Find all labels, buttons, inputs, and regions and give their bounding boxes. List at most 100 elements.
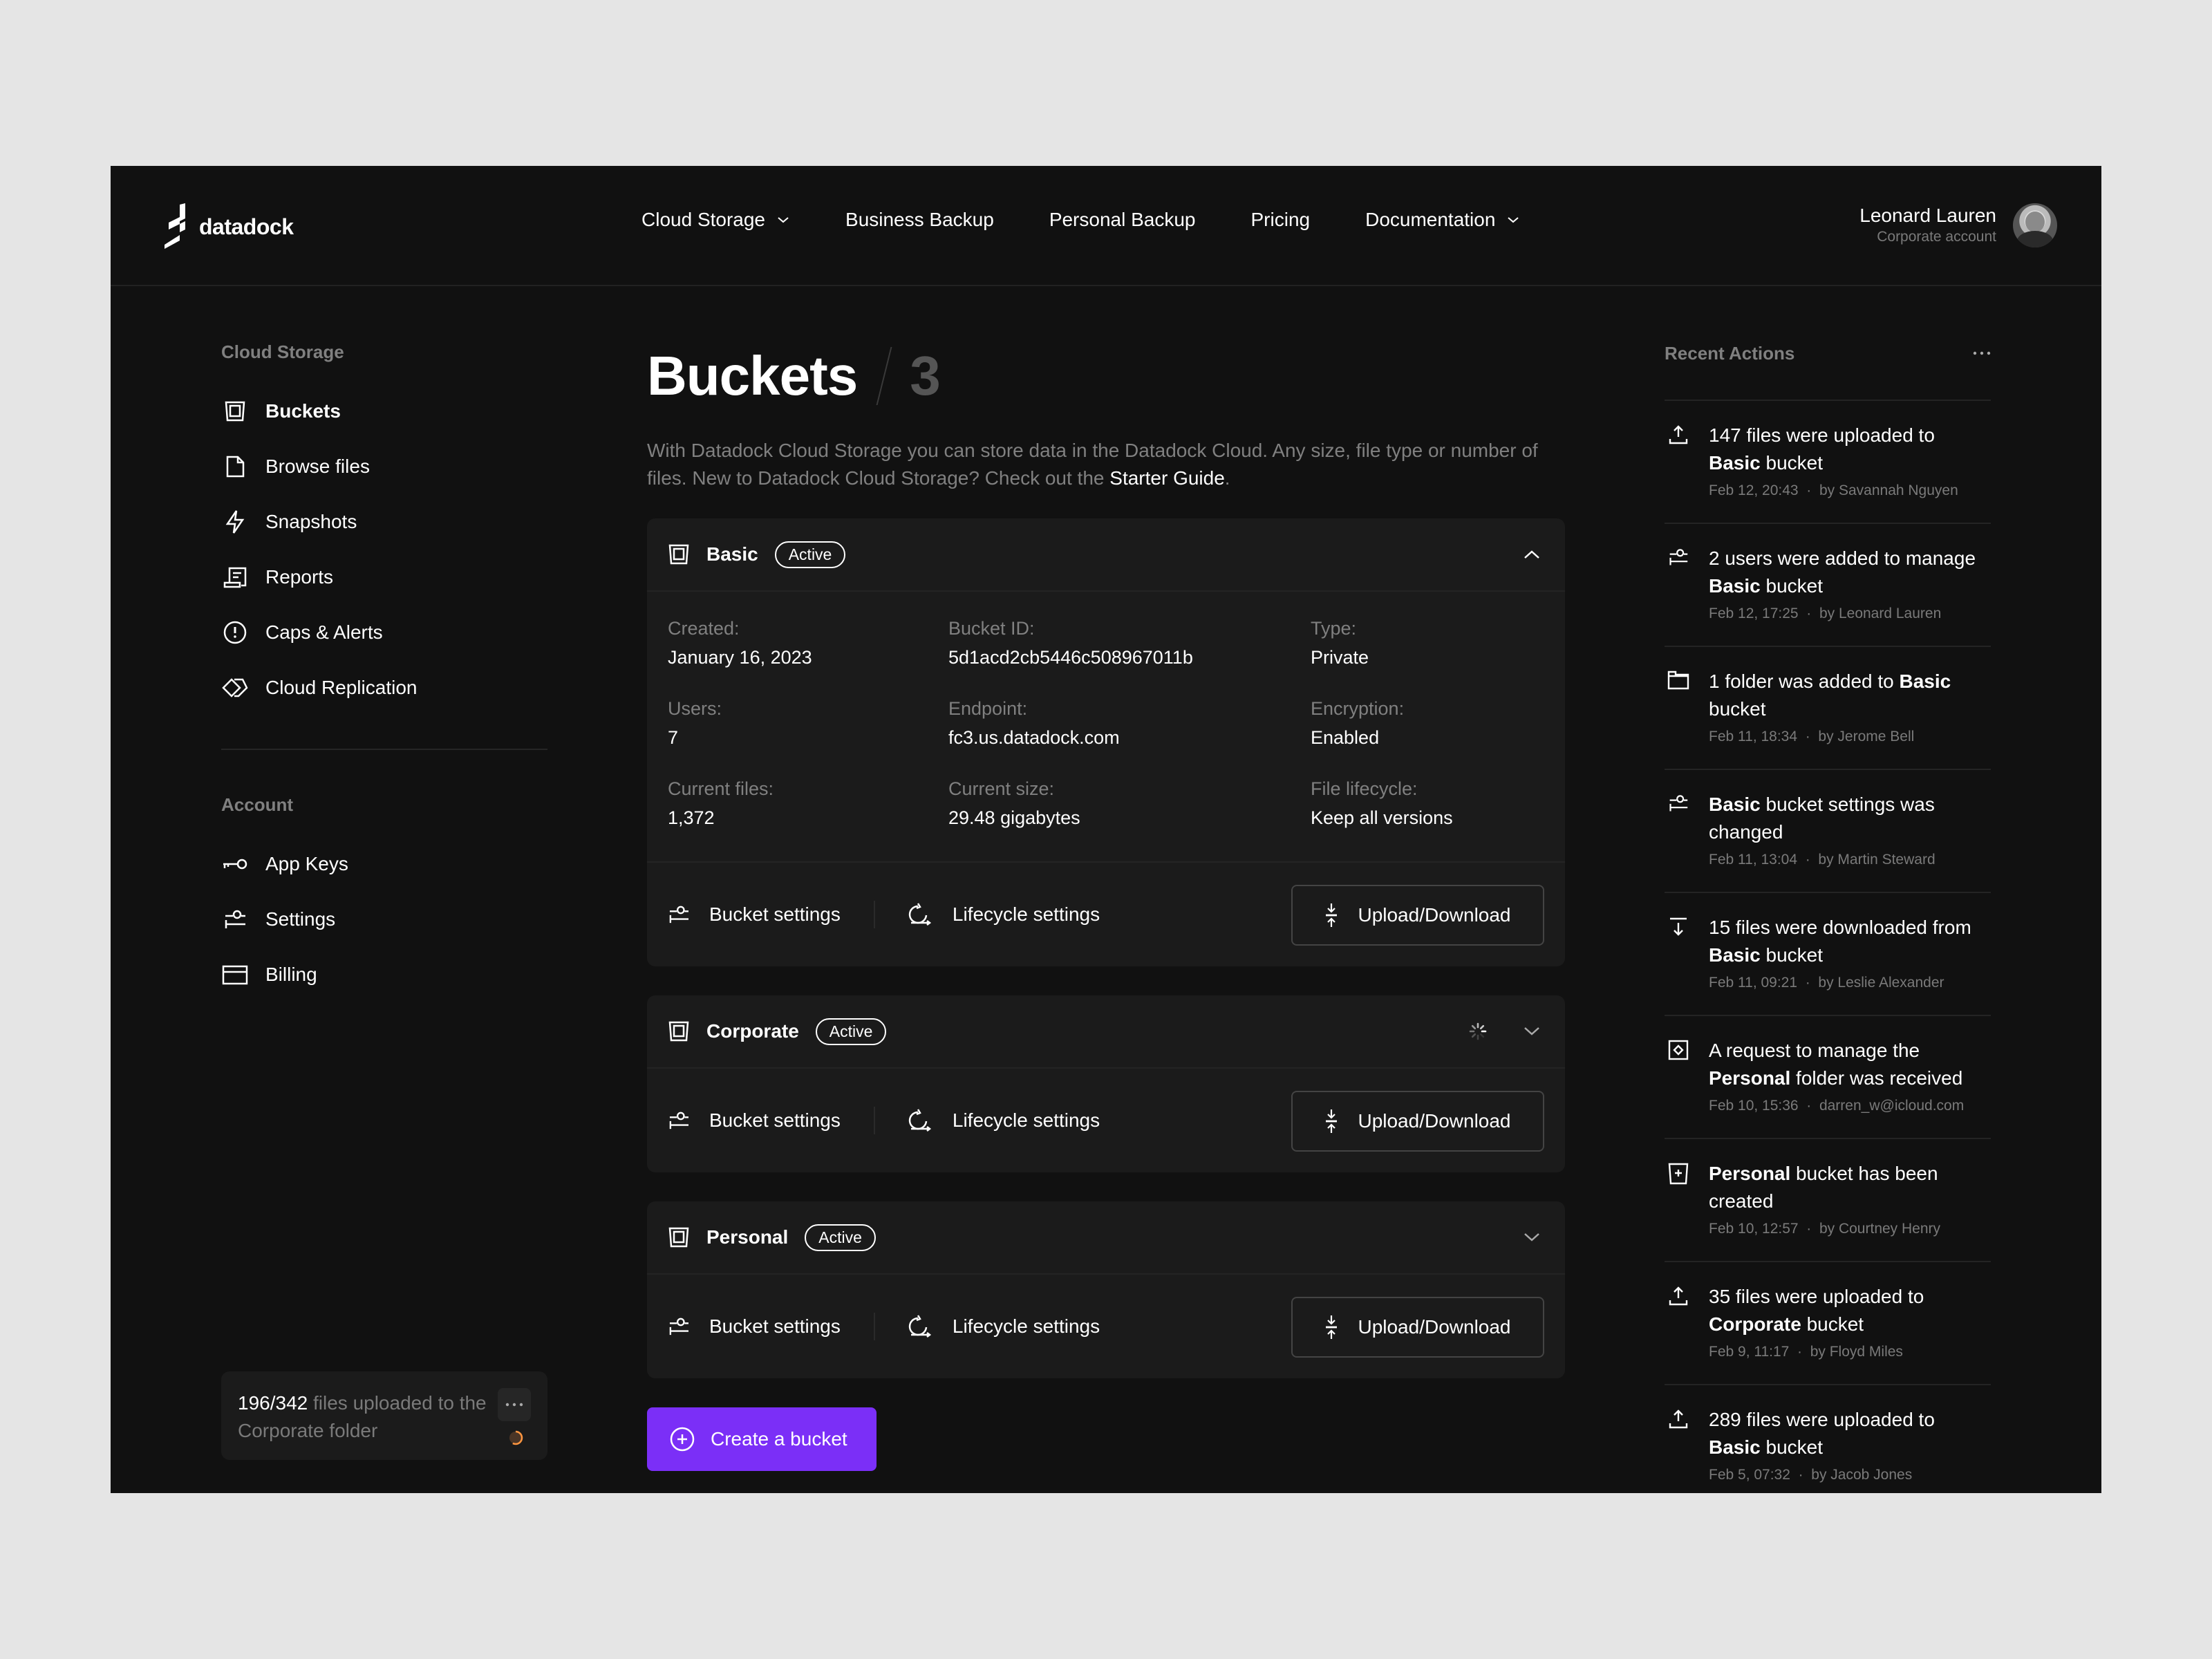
bucket-actions: Bucket settings Lifecycle settings Uploa… xyxy=(647,863,1565,966)
title-divider xyxy=(876,347,892,405)
chevron-down-icon[interactable] xyxy=(1519,1019,1544,1044)
avatar[interactable] xyxy=(2013,203,2057,247)
sidebar-item-reports[interactable]: Reports xyxy=(221,550,547,605)
recent-action-meta: Feb 12, 17:25 · by Leonard Lauren xyxy=(1709,606,1942,621)
nav-label: Cloud Storage xyxy=(641,209,766,230)
recent-action-item[interactable]: Basic bucket settings was changed Feb 11… xyxy=(1665,769,1991,892)
user-info: Leonard Lauren Corporate account xyxy=(1859,204,1996,247)
sidebar-item-billing[interactable]: Billing xyxy=(221,947,547,1002)
recent-action-author: by Jacob Jones xyxy=(1811,1467,1913,1483)
create-bucket-button[interactable]: Create a bucket xyxy=(647,1407,877,1471)
detail-label: Bucket ID: xyxy=(948,618,1035,639)
lifecycle-settings-button[interactable]: Lifecycle settings xyxy=(908,1315,1100,1338)
upload-download-button[interactable]: Upload/Download xyxy=(1291,885,1544,946)
recent-action-meta: Feb 9, 11:17 · by Floyd Miles xyxy=(1709,1344,1903,1360)
sidebar-item-app-keys[interactable]: App Keys xyxy=(221,836,547,892)
detail-label: Users: xyxy=(668,698,722,719)
recent-action-item[interactable]: 2 users were added to manage Basic bucke… xyxy=(1665,523,1991,646)
sidebar-item-buckets[interactable]: Buckets xyxy=(221,384,547,439)
bucket-settings-button[interactable]: Bucket settings xyxy=(668,903,841,926)
recent-action-item[interactable]: 35 files were uploaded to Corporate buck… xyxy=(1665,1261,1991,1384)
file-icon xyxy=(221,453,249,480)
sidebar-item-snapshots[interactable]: Snapshots xyxy=(221,494,547,550)
nav-personal-backup[interactable]: Personal Backup xyxy=(1049,209,1196,231)
brand-logo[interactable]: datadock xyxy=(165,203,294,250)
upload-download-button[interactable]: Upload/Download xyxy=(1291,1091,1544,1152)
action-label: Bucket settings xyxy=(709,1109,841,1131)
sidebar-item-browse-files[interactable]: Browse files xyxy=(221,439,547,494)
recent-actions-title: Recent Actions xyxy=(1665,342,1795,364)
upload-more-button[interactable] xyxy=(498,1388,531,1421)
sidebar: Cloud Storage Buckets Browse files Snaps… xyxy=(221,341,547,1002)
recent-action-time: Feb 9, 11:17 xyxy=(1709,1344,1790,1360)
more-horizontal-icon[interactable] xyxy=(1973,351,1991,355)
bucket-actions: Bucket settings Lifecycle settings Uploa… xyxy=(647,1069,1565,1172)
sidebar-item-caps-alerts[interactable]: Caps & Alerts xyxy=(221,605,547,660)
folder-icon xyxy=(1665,668,1692,752)
upload-icon xyxy=(1665,1406,1692,1490)
user-name: Leonard Lauren xyxy=(1859,205,1996,226)
button-label: Create a bucket xyxy=(711,1428,847,1450)
status-badge: Active xyxy=(815,1018,887,1045)
description-text: With Datadock Cloud Storage you can stor… xyxy=(647,440,1538,489)
recent-action-time: Feb 11, 18:34 xyxy=(1709,729,1798,744)
bucket-header[interactable]: Basic Active xyxy=(647,518,1565,592)
sidebar-item-label: Cloud Replication xyxy=(265,677,418,698)
sidebar-item-label: Billing xyxy=(265,964,317,985)
nav-business-backup[interactable]: Business Backup xyxy=(845,209,994,231)
nav-pricing[interactable]: Pricing xyxy=(1251,209,1311,231)
starter-guide-link[interactable]: Starter Guide xyxy=(1109,467,1225,489)
datadock-logo-icon xyxy=(165,203,188,250)
recent-action-time: Feb 10, 15:36 xyxy=(1709,1098,1799,1114)
bucket-settings-button[interactable]: Bucket settings xyxy=(668,1315,841,1338)
recent-action-author: by Jerome Bell xyxy=(1818,729,1915,744)
nav-documentation[interactable]: Documentation xyxy=(1365,209,1520,231)
recent-action-item[interactable]: Personal bucket has been created Feb 10,… xyxy=(1665,1138,1991,1261)
description-end: . xyxy=(1224,467,1230,489)
recent-action-time: Feb 12, 20:43 xyxy=(1709,482,1799,498)
recent-action-item[interactable]: 1 folder was added to Basic bucket Feb 1… xyxy=(1665,646,1991,769)
sliders-icon xyxy=(221,906,249,933)
recent-action-item[interactable]: 147 files were uploaded to Basic bucket … xyxy=(1665,400,1991,523)
detail-endpoint: Endpoint: fc3.us.datadock.com xyxy=(948,694,1311,752)
action-divider xyxy=(873,901,875,928)
app-window: datadock Cloud Storage Business Backup P… xyxy=(111,166,2101,1493)
bucket-list: Basic Active Created: January 16, 2023 Bu… xyxy=(647,518,1565,1378)
detail-created: Created: January 16, 2023 xyxy=(668,614,948,672)
request-icon xyxy=(1665,1037,1692,1121)
brand-name: datadock xyxy=(199,214,294,239)
bucket-settings-button[interactable]: Bucket settings xyxy=(668,1109,841,1132)
sidebar-section-title: Cloud Storage xyxy=(221,341,344,362)
bucket-card-basic: Basic Active Created: January 16, 2023 Bu… xyxy=(647,518,1565,966)
detail-users: Users: 7 xyxy=(668,694,948,752)
recent-action-item[interactable]: A request to manage the Personal folder … xyxy=(1665,1015,1991,1138)
recent-action-author: by Leonard Lauren xyxy=(1819,606,1942,621)
recent-action-text: 289 files were uploaded to Basic bucket xyxy=(1709,1409,1935,1458)
recent-action-item[interactable]: 289 files were uploaded to Basic bucket … xyxy=(1665,1384,1991,1493)
detail-value: Keep all versions xyxy=(1311,807,1453,828)
recent-action-item[interactable]: 15 files were downloaded from Basic buck… xyxy=(1665,892,1991,1015)
recent-action-meta: Feb 11, 13:04 · by Martin Steward xyxy=(1709,852,1936,868)
action-label: Lifecycle settings xyxy=(952,1315,1100,1337)
bucket-header[interactable]: Corporate Active xyxy=(647,995,1565,1069)
recent-action-text: A request to manage the Personal folder … xyxy=(1709,1040,1963,1089)
recent-action-author: darren_w@icloud.com xyxy=(1819,1098,1965,1114)
bucket-icon xyxy=(221,397,249,425)
lifecycle-settings-button[interactable]: Lifecycle settings xyxy=(908,1109,1100,1132)
sidebar-item-cloud-replication[interactable]: Cloud Replication xyxy=(221,660,547,715)
page-description: With Datadock Cloud Storage you can stor… xyxy=(647,437,1546,492)
recent-action-target: Basic xyxy=(1709,452,1761,474)
detail-label: Current size: xyxy=(948,778,1055,799)
plus-circle-icon xyxy=(669,1426,695,1452)
nav-cloud-storage[interactable]: Cloud Storage xyxy=(641,209,790,231)
bucket-name: Corporate xyxy=(706,1020,799,1042)
sidebar-item-settings[interactable]: Settings xyxy=(221,892,547,947)
recent-action-target: Corporate xyxy=(1709,1313,1801,1335)
bucket-header[interactable]: Personal Active xyxy=(647,1201,1565,1275)
user-menu[interactable]: Leonard Lauren Corporate account xyxy=(1859,203,2057,247)
chevron-up-icon[interactable] xyxy=(1519,542,1544,567)
upload-download-button[interactable]: Upload/Download xyxy=(1291,1297,1544,1358)
lifecycle-settings-button[interactable]: Lifecycle settings xyxy=(908,903,1100,926)
chevron-down-icon[interactable] xyxy=(1519,1225,1544,1250)
recent-action-target: Basic xyxy=(1709,794,1761,815)
